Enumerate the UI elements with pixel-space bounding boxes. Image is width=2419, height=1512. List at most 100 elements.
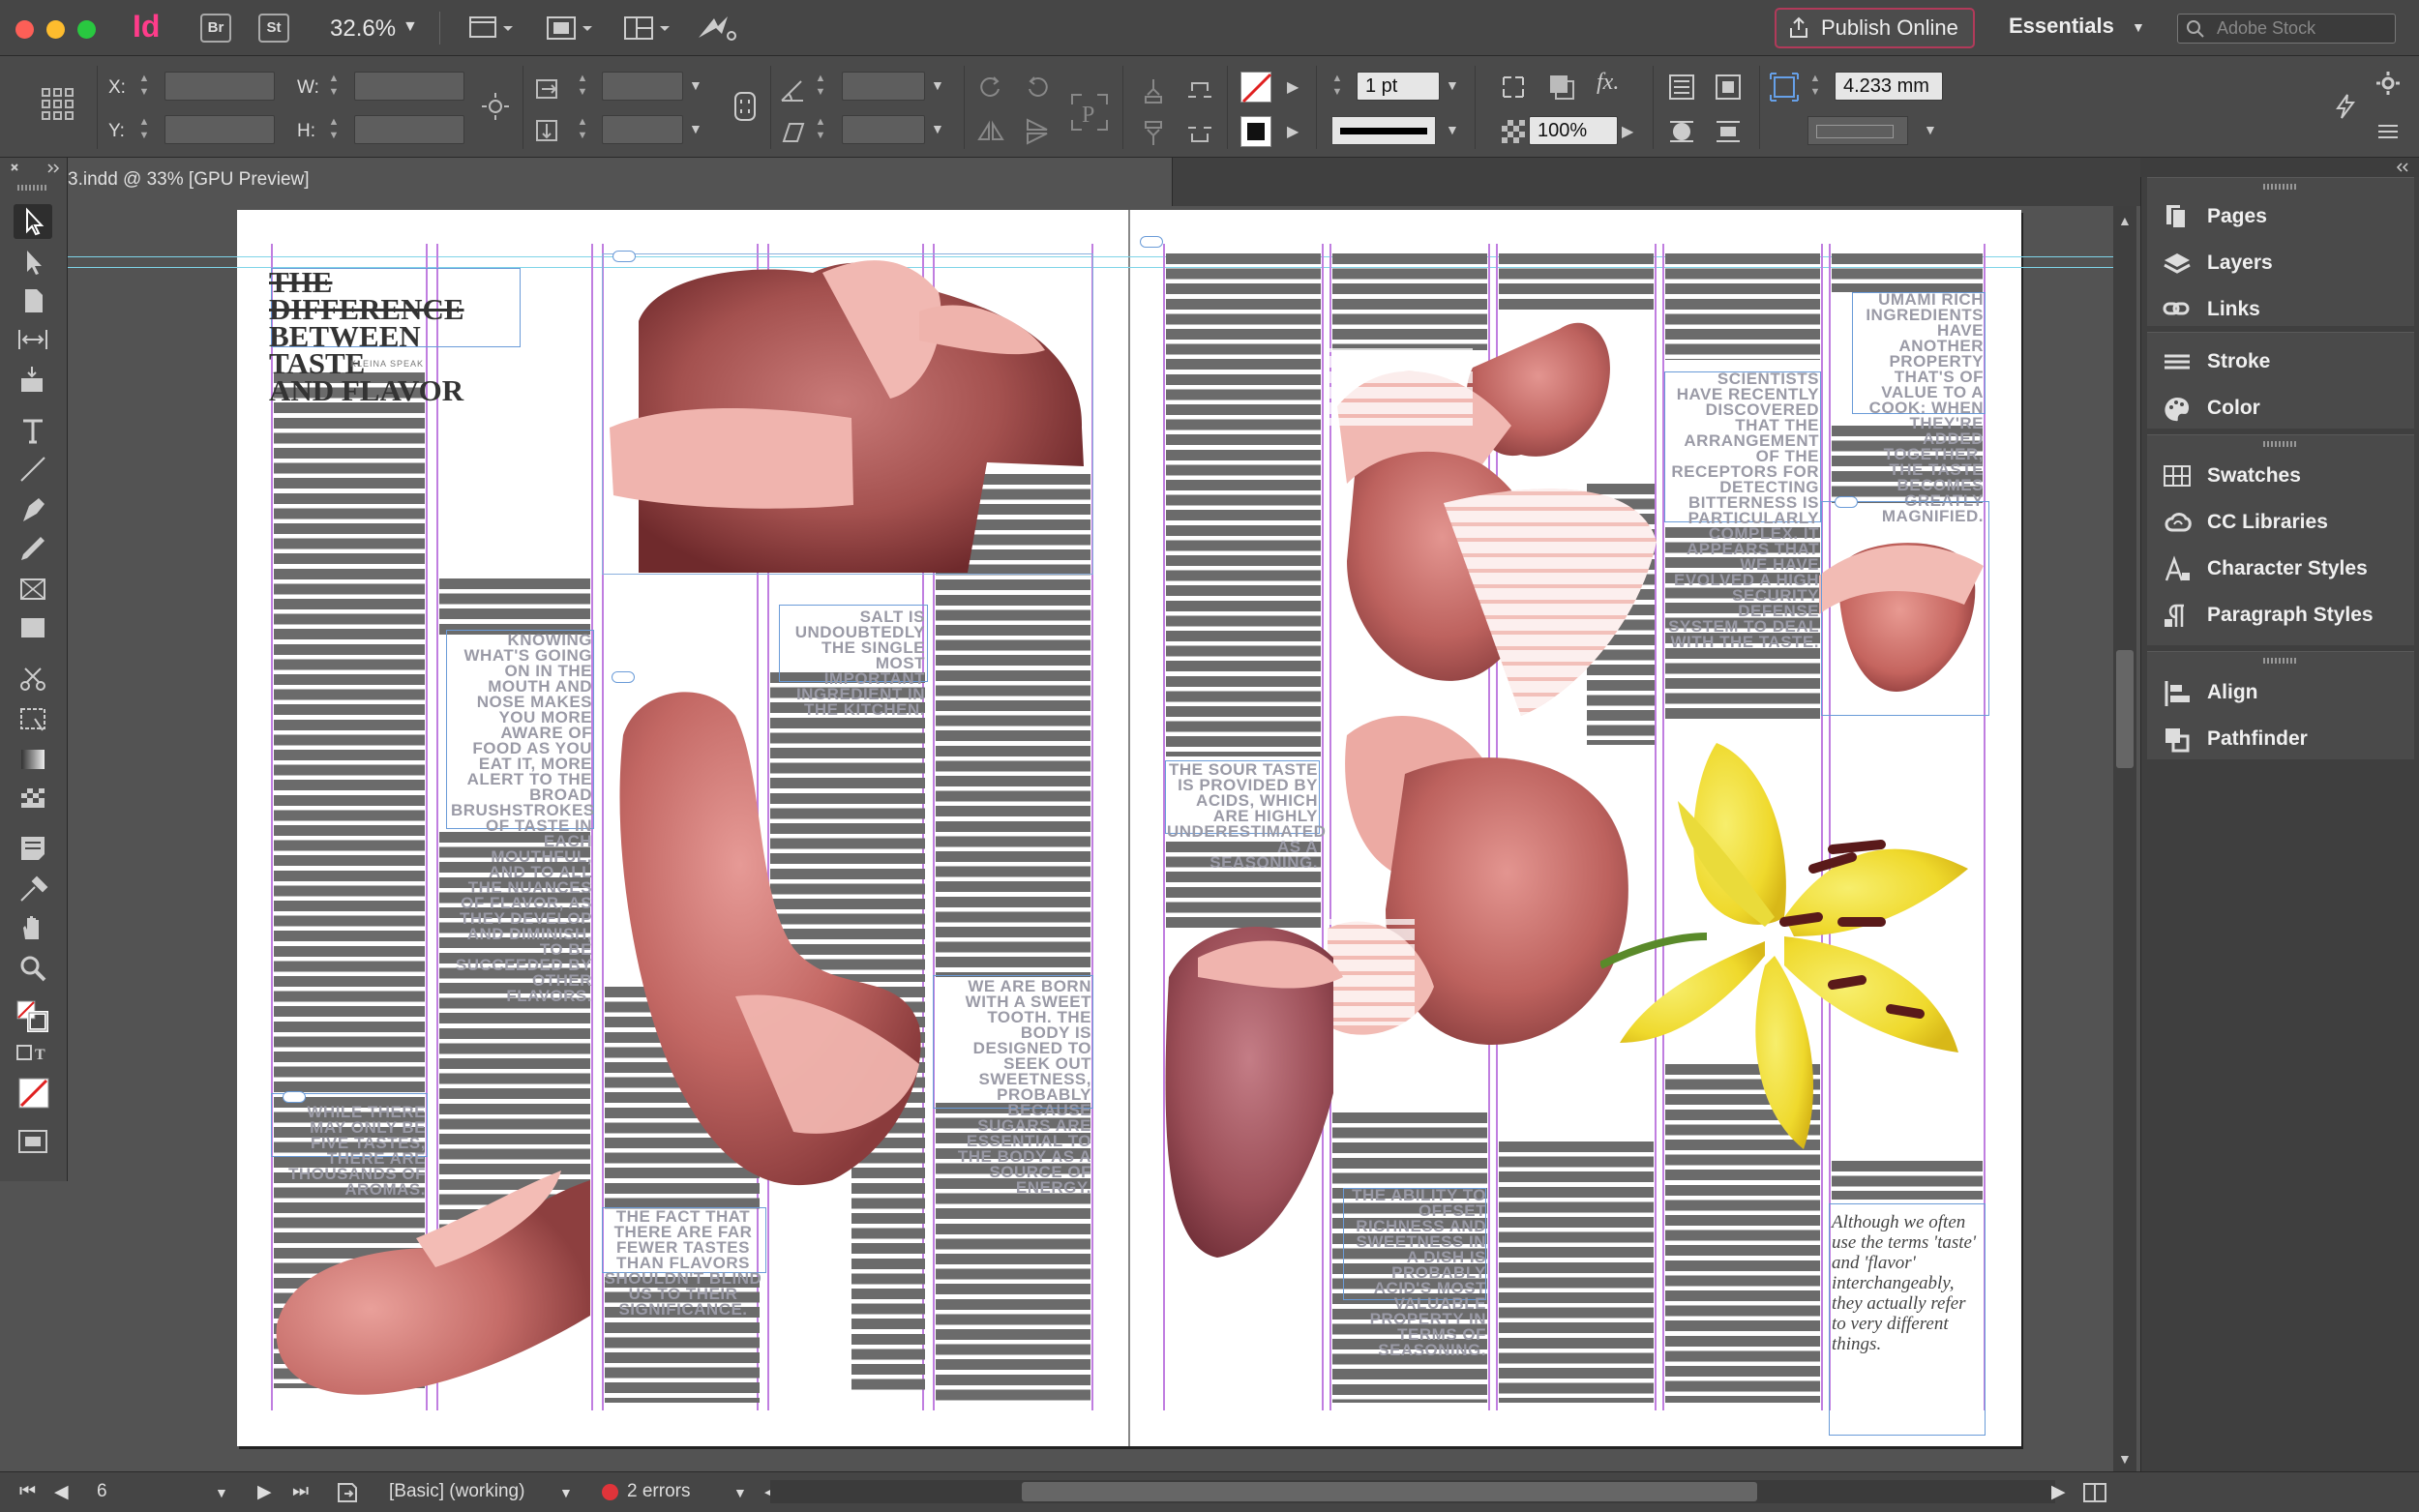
- image-frame[interactable]: [602, 253, 1093, 575]
- arrange-documents-icon[interactable]: [623, 13, 672, 44]
- h-stepper[interactable]: ▲ ▼: [324, 115, 343, 144]
- scroll-right-icon[interactable]: ▶: [2051, 1481, 2066, 1503]
- x-stepper[interactable]: ▲ ▼: [134, 72, 154, 101]
- panel-item-color[interactable]: Color: [2161, 389, 2412, 428]
- jump-object-icon[interactable]: [1713, 116, 1744, 147]
- stroke-weight-field[interactable]: 1 pt: [1357, 72, 1440, 101]
- pen-tool-icon[interactable]: [14, 492, 52, 527]
- direct-selection-tool-icon[interactable]: [14, 245, 52, 280]
- link-icon[interactable]: [612, 671, 635, 683]
- panel-item-links[interactable]: Links: [2161, 290, 2412, 329]
- screen-mode-icon[interactable]: [546, 13, 594, 44]
- panel-item-layers[interactable]: Layers: [2161, 244, 2412, 282]
- preflight-profile-dropdown-icon[interactable]: ▼: [559, 1485, 573, 1500]
- collapse-panels-icon[interactable]: [2394, 162, 2413, 173]
- view-options-icon[interactable]: [468, 13, 517, 44]
- frame-type-dropdown-icon[interactable]: ▼: [1924, 122, 1937, 137]
- type-tool-icon[interactable]: [14, 413, 52, 448]
- scale-x-stepper[interactable]: ▲ ▼: [573, 72, 592, 101]
- formatting-affects-container-icon[interactable]: T: [14, 1040, 52, 1075]
- document-tab[interactable]: 3.indd @ 33% [GPU Preview]: [68, 158, 1173, 206]
- rotation-field[interactable]: [842, 72, 925, 101]
- next-page-icon[interactable]: ▶: [257, 1481, 272, 1503]
- screen-mode-tool-icon[interactable]: [14, 1125, 52, 1160]
- offset-field[interactable]: 4.233 mm: [1835, 72, 1943, 101]
- toolbar-collapse-icon[interactable]: [8, 162, 62, 175]
- shear-stepper[interactable]: ▲ ▼: [811, 115, 830, 144]
- tongue-image-bottom[interactable]: [271, 1122, 600, 1412]
- link-proportions-icon[interactable]: [730, 91, 761, 122]
- panel-item-pages[interactable]: Pages: [2161, 197, 2412, 236]
- rotation-stepper[interactable]: ▲ ▼: [811, 72, 830, 101]
- corner-options-icon[interactable]: [1498, 72, 1529, 103]
- body-text-frame[interactable]: [1665, 253, 1820, 360]
- panel-item-stroke[interactable]: Stroke: [2161, 342, 2412, 381]
- preflight-errors[interactable]: 2 errors: [627, 1481, 690, 1502]
- x-field[interactable]: [164, 72, 275, 101]
- toolbar-grip[interactable]: [17, 185, 48, 191]
- scissors-tool-icon[interactable]: [14, 661, 52, 696]
- panel-group-grip[interactable]: [2263, 184, 2298, 190]
- window-minimize-button[interactable]: [46, 20, 65, 39]
- rotate-counterclockwise-icon[interactable]: [1022, 72, 1053, 103]
- window-close-button[interactable]: [15, 20, 34, 39]
- image-frame[interactable]: [1821, 501, 1989, 716]
- wrap-bounding-box-icon[interactable]: [1713, 72, 1744, 103]
- panel-item-cc-libraries[interactable]: CC Libraries: [2161, 503, 2412, 542]
- settings-gear-icon[interactable]: [2373, 68, 2404, 99]
- opacity-field[interactable]: 100%: [1529, 116, 1618, 145]
- reference-point-icon[interactable]: [41, 87, 75, 122]
- panel-item-pathfinder[interactable]: Pathfinder: [2161, 720, 2412, 758]
- select-previous-object-icon[interactable]: [1184, 75, 1215, 106]
- select-next-object-icon[interactable]: [1184, 118, 1215, 149]
- note-tool-icon[interactable]: [14, 831, 52, 866]
- panel-item-character-styles[interactable]: Character Styles: [2161, 549, 2412, 588]
- vertical-scrollbar-thumb[interactable]: [2116, 650, 2134, 768]
- panel-group-grip[interactable]: [2263, 658, 2298, 664]
- body-text-frame[interactable]: [1832, 253, 1983, 292]
- gpu-performance-icon[interactable]: [695, 13, 743, 44]
- workspace-dropdown-icon[interactable]: ▼: [2132, 19, 2145, 35]
- stroke-weight-stepper[interactable]: ▲ ▼: [1328, 72, 1347, 101]
- link-icon[interactable]: [1140, 236, 1163, 248]
- last-page-icon[interactable]: ⏭: [292, 1481, 309, 1502]
- eyedropper-tool-icon[interactable]: [14, 872, 52, 906]
- gradient-tool-icon[interactable]: [14, 742, 52, 777]
- page-tool-icon[interactable]: [14, 283, 52, 318]
- quick-apply-icon[interactable]: [2330, 91, 2361, 122]
- y-field[interactable]: [164, 115, 275, 144]
- first-page-icon[interactable]: ⏮: [19, 1481, 36, 1502]
- rotate-clockwise-icon[interactable]: [975, 72, 1006, 103]
- preflight-menu-dropdown-icon[interactable]: ▼: [733, 1485, 747, 1500]
- tongue-image-left[interactable]: [1159, 919, 1343, 1267]
- body-text-frame[interactable]: [1166, 253, 1321, 756]
- flip-horizontal-icon[interactable]: [975, 116, 1006, 147]
- flip-vertical-icon[interactable]: [1022, 116, 1053, 147]
- gap-tool-icon[interactable]: [14, 322, 52, 357]
- previous-page-icon[interactable]: ◀: [54, 1481, 69, 1503]
- effects-fx-icon[interactable]: fx.: [1597, 70, 1619, 96]
- window-zoom-button[interactable]: [77, 20, 96, 39]
- hand-tool-icon[interactable]: [14, 910, 52, 945]
- zoom-dropdown-icon[interactable]: ▼: [403, 18, 418, 36]
- apply-none-icon[interactable]: [14, 1075, 52, 1113]
- shear-dropdown-icon[interactable]: ▼: [931, 121, 944, 136]
- body-text-frame[interactable]: [1499, 1141, 1654, 1403]
- select-content-icon[interactable]: [1138, 118, 1169, 149]
- pencil-tool-icon[interactable]: [14, 531, 52, 566]
- stock-button[interactable]: St: [258, 14, 289, 43]
- stroke-type-field[interactable]: [1331, 116, 1436, 145]
- frame-type-field[interactable]: [1807, 116, 1908, 145]
- link-icon[interactable]: [612, 251, 636, 262]
- select-container-icon[interactable]: [1138, 75, 1169, 106]
- zoom-level[interactable]: 32.6%: [330, 15, 396, 43]
- fill-dropdown-icon[interactable]: ▶: [1287, 77, 1299, 97]
- rectangle-frame-tool-icon[interactable]: [14, 572, 52, 607]
- drop-shadow-icon[interactable]: [1546, 72, 1577, 103]
- preflight-profile[interactable]: [Basic] (working): [389, 1481, 524, 1502]
- panel-group-grip[interactable]: [2263, 441, 2298, 447]
- opacity-dropdown-icon[interactable]: ▶: [1622, 122, 1633, 141]
- gradient-feather-tool-icon[interactable]: [14, 781, 52, 815]
- rectangle-tool-icon[interactable]: [14, 610, 52, 645]
- panel-item-align[interactable]: Align: [2161, 673, 2412, 712]
